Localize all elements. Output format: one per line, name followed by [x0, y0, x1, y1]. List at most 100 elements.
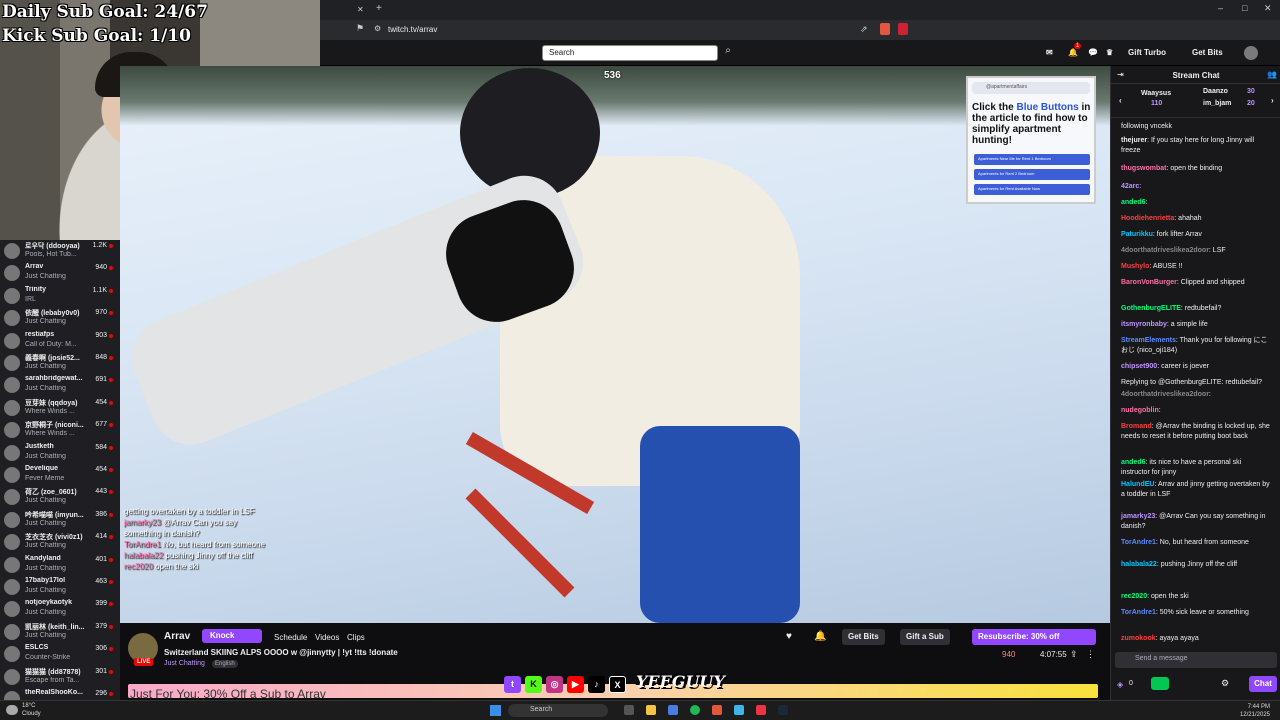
chat-input[interactable]: Send a message: [1115, 652, 1277, 668]
gift-turbo-button[interactable]: Gift Turbo: [1128, 48, 1166, 57]
sidebar-channel-item[interactable]: 荷乙 (zoe_0601) Just Chatting 443: [0, 486, 120, 508]
weather-icon[interactable]: [6, 705, 18, 715]
more-options-icon[interactable]: ⋮: [1086, 649, 1095, 660]
steam-icon[interactable]: [778, 705, 788, 715]
leaderboard-prev-icon[interactable]: ‹: [1119, 96, 1122, 105]
chat-username[interactable]: GothenburgELITE: [1121, 305, 1181, 312]
chat-username[interactable]: 42arc: [1121, 183, 1139, 190]
bookmark-icon[interactable]: ⚑: [356, 23, 364, 34]
search-input[interactable]: Search: [542, 45, 718, 61]
chat-username[interactable]: Paturikku: [1121, 231, 1153, 238]
notifications-icon[interactable]: 🔔: [1068, 48, 1078, 57]
share-icon[interactable]: ⇪: [1070, 649, 1078, 660]
chat-username[interactable]: zumokook: [1121, 635, 1156, 642]
chat-username[interactable]: anded6: [1121, 199, 1146, 206]
start-icon[interactable]: [490, 705, 501, 716]
chat-username[interactable]: nudegoblin: [1121, 407, 1159, 414]
language-tag[interactable]: English: [212, 660, 238, 668]
chat-username[interactable]: thejurer: [1121, 137, 1147, 144]
sidebar-channel-item[interactable]: restiafps Call of Duty: M... 903: [0, 330, 120, 352]
sidebar-channel-item[interactable]: 로우닥 (ddooyaa) Pools, Hot Tub... 1.2K: [0, 240, 120, 262]
chat-username[interactable]: anded6: [1121, 459, 1146, 466]
tab-schedule[interactable]: Schedule: [274, 633, 307, 642]
sidebar-channel-item[interactable]: sarahbridgewat... Just Chatting 691: [0, 374, 120, 396]
file-explorer-icon[interactable]: [646, 705, 656, 715]
sidebar-channel-item[interactable]: 京野桐子 (niconi... Where Winds ... 677: [0, 419, 120, 441]
app-icon[interactable]: [668, 705, 678, 715]
tab-videos[interactable]: Videos: [315, 633, 339, 642]
chat-send-button[interactable]: Chat: [1249, 676, 1277, 692]
sidebar-channel-item[interactable]: 17baby17lol Just Chatting 463: [0, 576, 120, 598]
brave-shield-icon[interactable]: [880, 23, 890, 35]
sidebar-channel-item[interactable]: 猫猫猫 (dd87878) Escape from Ta... 301: [0, 666, 120, 688]
sidebar-channel-item[interactable]: Trinity IRL 1.1K: [0, 285, 120, 307]
rewards-icon[interactable]: [898, 23, 908, 35]
minimize-icon[interactable]: –: [1218, 3, 1223, 13]
knock-button[interactable]: Knock: [202, 629, 262, 643]
sidebar-channel-item[interactable]: 依醒 (lebaby0v0) Just Chatting 970: [0, 307, 120, 329]
whispers-icon[interactable]: 💬: [1088, 48, 1098, 57]
ad-button[interactable]: Apartments Near Me for Rent 1 Bedroom: [974, 154, 1090, 165]
resubscribe-button[interactable]: Resubscribe: 30% off: [972, 629, 1096, 645]
sidebar-channel-item[interactable]: Justketh Just Chatting 584: [0, 442, 120, 464]
sidebar-channel-item[interactable]: notjoeykaotyk Just Chatting 399: [0, 598, 120, 620]
chat-username[interactable]: TorAndre1: [1121, 609, 1156, 616]
sidebar-channel-item[interactable]: 義春啊 (josie52... Just Chatting 848: [0, 352, 120, 374]
get-bits-info-button[interactable]: Get Bits: [842, 629, 885, 645]
follow-heart-icon[interactable]: ♥: [786, 631, 792, 642]
sidebar-channel-item[interactable]: 凯丽林 (keith_lin... Just Chatting 379: [0, 621, 120, 643]
new-tab-icon[interactable]: +: [376, 3, 382, 14]
brave-browser-icon[interactable]: [712, 705, 722, 715]
close-tab-icon[interactable]: ✕: [357, 5, 364, 14]
sidebar-channel-item[interactable]: Arrav Just Chatting 940: [0, 262, 120, 284]
chat-username[interactable]: HalundEU: [1121, 481, 1154, 488]
channel-name[interactable]: Arrav: [164, 631, 190, 642]
tab-clips[interactable]: Clips: [347, 633, 365, 642]
close-window-icon[interactable]: ✕: [1264, 3, 1272, 14]
address-bar[interactable]: ⚑ ⚙ twitch.tv/arrav ⇗: [320, 20, 1280, 40]
chat-username[interactable]: itsmyronbaby: [1121, 321, 1167, 328]
chat-username[interactable]: 4doorthatdriveslikea2door: [1121, 391, 1209, 398]
spotify-icon[interactable]: [690, 705, 700, 715]
user-avatar[interactable]: [1244, 46, 1258, 60]
chat-username[interactable]: rec2020: [1121, 593, 1147, 600]
chat-username[interactable]: TorAndre1: [1121, 539, 1156, 546]
sidebar-channel-item[interactable]: 芝衣芝衣 (vivi0z1) Just Chatting 414: [0, 531, 120, 553]
sidebar-channel-item[interactable]: Kandyland Just Chatting 401: [0, 554, 120, 576]
stream-category[interactable]: Just Chatting: [164, 660, 205, 667]
search-icon[interactable]: ⌕: [720, 45, 736, 61]
edge-icon[interactable]: [734, 705, 744, 715]
weather-widget[interactable]: 18°C Cloudy: [22, 702, 41, 718]
url-text[interactable]: twitch.tv/arrav: [388, 25, 437, 34]
task-view-icon[interactable]: [624, 705, 634, 715]
prime-icon[interactable]: ♛: [1106, 48, 1113, 57]
sidebar-channel-item[interactable]: Develique Fever Meme 454: [0, 464, 120, 486]
chat-username[interactable]: Mushylo: [1121, 263, 1149, 270]
chat-username[interactable]: thugswombat: [1121, 165, 1167, 172]
sidebar-channel-item[interactable]: 吟希喵喵 (imyun... Just Chatting 386: [0, 509, 120, 531]
sidebar-channel-item[interactable]: 豆芽妹 (qqdoya) Where Winds ... 454: [0, 397, 120, 419]
notification-bell-icon[interactable]: 🔔: [814, 631, 826, 642]
channel-points-icon[interactable]: ◈: [1117, 680, 1123, 689]
overlay-ad[interactable]: @apartmentaffairs Click the Blue Buttons…: [966, 76, 1096, 204]
app-icon[interactable]: [756, 705, 766, 715]
claim-bonus-icon[interactable]: [1151, 677, 1169, 690]
gift-sub-button[interactable]: Gift a Sub: [900, 629, 950, 645]
chat-username[interactable]: 4doorthatdriveslikea2door: [1121, 247, 1209, 254]
maximize-icon[interactable]: □: [1242, 3, 1247, 13]
video-player[interactable]: 536 @apartmentaffairs Click the Blue But…: [120, 66, 1110, 623]
chat-username[interactable]: jamarky23: [1121, 513, 1155, 520]
chat-username[interactable]: BaronVonBurger: [1121, 279, 1177, 286]
site-info-icon[interactable]: ⚙: [374, 24, 381, 33]
share-icon[interactable]: ⇗: [860, 24, 868, 35]
sidebar-channel-item[interactable]: ESLCS Counter-Strike 306: [0, 643, 120, 665]
chat-username[interactable]: chipset900: [1121, 363, 1157, 370]
chat-username[interactable]: halabala22: [1121, 561, 1157, 568]
chat-username[interactable]: StreamElements: [1121, 337, 1176, 344]
chat-username[interactable]: Bromand: [1121, 423, 1152, 430]
taskbar-search[interactable]: Search: [508, 704, 608, 717]
system-clock[interactable]: 7:44 PM 12/21/2025: [1240, 703, 1270, 719]
leaderboard-next-icon[interactable]: ›: [1271, 96, 1274, 105]
chat-username[interactable]: Hoodiehenrietta: [1121, 215, 1174, 222]
get-bits-button[interactable]: Get Bits: [1192, 48, 1223, 57]
